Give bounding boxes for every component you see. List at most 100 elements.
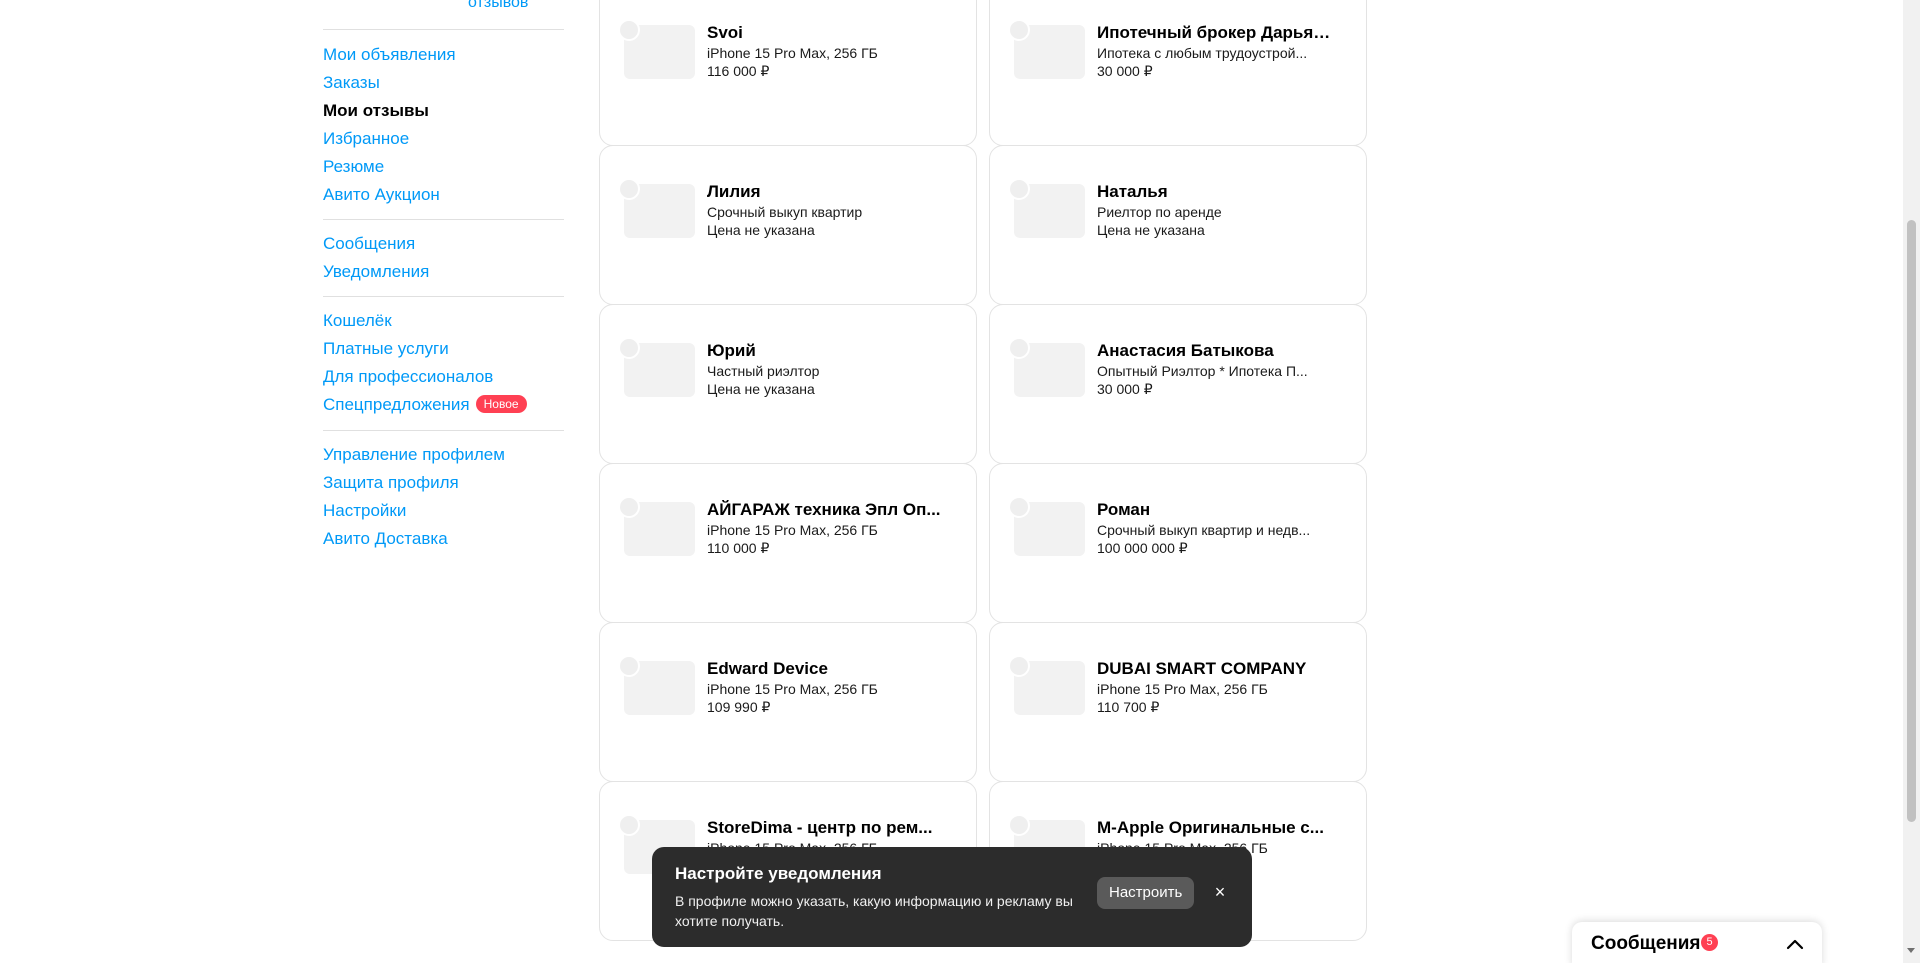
sidebar-group-messages: Сообщения Уведомления: [323, 230, 564, 286]
unread-count-badge: 5: [1701, 934, 1718, 951]
page-scrollbar[interactable]: [1903, 0, 1920, 963]
sidebar-item[interactable]: Авито Доставка: [323, 525, 564, 553]
item-price: 110 000 ₽: [707, 540, 770, 556]
sidebar-group-main: Мои объявления Заказы Мои отзывы Избранное Р…: [323, 41, 564, 209]
seller-name[interactable]: АЙГАРАЖ техника Эпл Оп...: [707, 500, 942, 520]
configure-button[interactable]: Настроить: [1097, 877, 1195, 909]
avatar: [618, 178, 640, 200]
item-title: Срочный выкуп квартир: [707, 204, 863, 220]
review-card[interactable]: Edward Device iPhone 15 Pro Max, 256 ГБ 10…: [599, 622, 977, 782]
item-price: Цена не указана: [707, 381, 815, 397]
sidebar-item-label: Защита профиля: [323, 473, 459, 492]
seller-name[interactable]: Юрий: [707, 341, 942, 361]
review-card[interactable]: Анастасия Батыкова Опытный Риэлтор * Ипот…: [989, 304, 1367, 464]
messenger-label: Сообщения: [1591, 933, 1701, 954]
sidebar-item-label: Для профессионалов: [323, 367, 494, 386]
sidebar-item-label: Настройки: [323, 501, 407, 520]
sidebar-item[interactable]: Резюме: [323, 153, 564, 181]
sidebar-item[interactable]: Для профессионалов: [323, 363, 564, 391]
seller-name[interactable]: Svoi: [707, 23, 942, 43]
sidebar-group-services: Кошелёк Платные услуги Для профессионалов С…: [323, 307, 564, 419]
sidebar-item-label: Резюме: [323, 157, 385, 176]
item-price: 116 000 ₽: [707, 63, 770, 79]
seller-name[interactable]: Наталья: [1097, 182, 1332, 202]
review-card[interactable]: DUBAI SMART COMPANY iPhone 15 Pro Max, 25…: [989, 622, 1367, 782]
item-title: iPhone 15 Pro Max, 256 ГБ: [707, 45, 878, 61]
avatar: [618, 655, 640, 677]
toast-body: В профиле можно указать, какую информаци…: [675, 893, 1073, 929]
item-title: Частный риэлтор: [707, 363, 820, 379]
close-icon[interactable]: ×: [1210, 882, 1230, 902]
item-title: iPhone 15 Pro Max, 256 ГБ: [707, 522, 878, 538]
review-card[interactable]: Наталья Риелтор по аренде Цена не указана: [989, 145, 1367, 305]
avatar: [618, 814, 640, 836]
sidebar-item[interactable]: Сообщения: [323, 230, 564, 258]
seller-name[interactable]: Ипотечный брокер Дарья ...: [1097, 23, 1332, 43]
sidebar-item-label: Кошелёк: [323, 311, 392, 330]
avatar: [618, 496, 640, 518]
messenger-widget[interactable]: Сообщения 5: [1572, 922, 1822, 963]
sidebar-divider: [323, 296, 564, 297]
sidebar-item-label: Уведомления: [323, 262, 430, 281]
seller-name[interactable]: Лилия: [707, 182, 942, 202]
sidebar-item-label: Авито Доставка: [323, 529, 448, 548]
reviews-count-link[interactable]: отзывов: [468, 0, 528, 12]
sidebar-item[interactable]: Избранное: [323, 125, 564, 153]
avatar: [1008, 655, 1030, 677]
item-price: 30 000 ₽: [1097, 381, 1153, 397]
sidebar-item[interactable]: Платные услуги: [323, 335, 564, 363]
toast-title: Настройте уведомления: [675, 864, 882, 883]
sidebar-divider: [323, 219, 564, 220]
sidebar-item[interactable]: Уведомления: [323, 258, 564, 286]
sidebar-item[interactable]: Мои отзывы: [323, 97, 564, 125]
sidebar-group-profile: Управление профилем Защита профиля Настрой…: [323, 441, 564, 553]
review-card[interactable]: АЙГАРАЖ техника Эпл Оп... iPhone 15 Pro M…: [599, 463, 977, 623]
item-price: Цена не указана: [1097, 222, 1205, 238]
sidebar-item[interactable]: Мои объявления: [323, 41, 564, 69]
item-title: Ипотека с любым трудоустрой...: [1097, 45, 1308, 61]
review-card[interactable]: Лилия Срочный выкуп квартир Цена не указан…: [599, 145, 977, 305]
sidebar-item[interactable]: Заказы: [323, 69, 564, 97]
new-badge: Новое: [475, 395, 527, 413]
avatar: [1008, 814, 1030, 836]
item-title: Срочный выкуп квартир и недв...: [1097, 522, 1311, 538]
seller-name[interactable]: Edward Device: [707, 659, 942, 679]
scroll-down-arrow-icon[interactable]: [1907, 948, 1915, 953]
item-title: iPhone 15 Pro Max, 256 ГБ: [707, 681, 878, 697]
avatar: [1008, 337, 1030, 359]
sidebar-item[interactable]: Спецпредложения Новое: [323, 391, 564, 419]
sidebar-item[interactable]: Управление профилем: [323, 441, 564, 469]
sidebar-item[interactable]: Защита профиля: [323, 469, 564, 497]
item-price: 100 000 000 ₽: [1097, 540, 1188, 556]
chevron-up-icon[interactable]: [1784, 934, 1806, 956]
avatar: [618, 337, 640, 359]
item-title: Опытный Риэлтор * Ипотека П...: [1097, 363, 1308, 379]
sidebar-item-label: Управление профилем: [323, 445, 505, 464]
review-card[interactable]: Роман Срочный выкуп квартир и недв... 100 …: [989, 463, 1367, 623]
avatar: [1008, 178, 1030, 200]
sidebar-item[interactable]: Авито Аукцион: [323, 181, 564, 209]
sidebar-divider: [323, 29, 564, 30]
item-price: 109 990 ₽: [707, 699, 771, 715]
avatar: [1008, 496, 1030, 518]
sidebar-item[interactable]: Настройки: [323, 497, 564, 525]
item-price: Цена не указана: [707, 222, 815, 238]
seller-name[interactable]: M-Apple Оригинальные с...: [1097, 818, 1332, 838]
seller-name[interactable]: Роман: [1097, 500, 1332, 520]
notification-settings-toast: Настройте уведомления В профиле можно ук…: [652, 847, 1252, 947]
scrollbar-thumb[interactable]: [1907, 220, 1916, 822]
avatar: [1008, 19, 1030, 41]
review-card[interactable]: Ипотечный брокер Дарья ... Ипотека с любы…: [989, 0, 1367, 146]
seller-name[interactable]: StoreDima - центр по рем...: [707, 818, 942, 838]
sidebar-item-label: Платные услуги: [323, 339, 449, 358]
seller-name[interactable]: DUBAI SMART COMPANY: [1097, 659, 1332, 679]
seller-name[interactable]: Анастасия Батыкова: [1097, 341, 1332, 361]
sidebar-item-label: Избранное: [323, 129, 410, 148]
review-card[interactable]: Юрий Частный риэлтор Цена не указана: [599, 304, 977, 464]
review-card[interactable]: Svoi iPhone 15 Pro Max, 256 ГБ 116 000 ₽: [599, 0, 977, 146]
item-title: iPhone 15 Pro Max, 256 ГБ: [1097, 681, 1268, 697]
sidebar-item-label: Мои отзывы: [323, 101, 429, 120]
item-price: 110 700 ₽: [1097, 699, 1160, 715]
sidebar-item-label: Спецпредложения: [323, 395, 470, 414]
sidebar-item[interactable]: Кошелёк: [323, 307, 564, 335]
